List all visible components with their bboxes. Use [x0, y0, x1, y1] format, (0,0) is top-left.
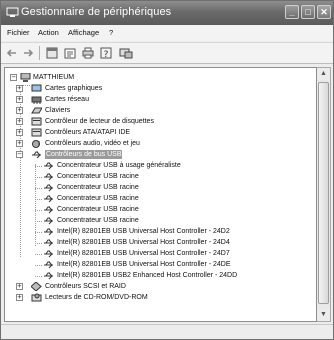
- tree-device-label: Intel(R) 82801EB USB Universal Host Cont…: [57, 239, 230, 246]
- device-tree[interactable]: − MATTHIEUM + Cartes graphiques + Cartes…: [4, 67, 317, 322]
- usb-hub-icon: [44, 195, 53, 203]
- tree-category-label: Lecteurs de CD-ROM/DVD-ROM: [45, 294, 148, 301]
- usb-controller-icon: [44, 261, 53, 269]
- scsi-icon: [31, 282, 42, 291]
- usb-controller-icon: [44, 272, 53, 280]
- keyboard-icon: [31, 107, 42, 114]
- tree-line: [35, 166, 42, 167]
- scan-hardware-icon[interactable]: [119, 46, 133, 60]
- tree-line: [35, 188, 42, 189]
- ide-controller-icon: [31, 128, 42, 137]
- tree-device-label: Concentrateur USB racine: [57, 206, 139, 213]
- usb-hub-icon: [44, 217, 53, 225]
- console-icon[interactable]: [45, 46, 59, 60]
- tree-line: [35, 243, 42, 244]
- status-bar: [1, 324, 333, 339]
- svg-text:?: ?: [104, 50, 109, 60]
- usb-icon: [32, 151, 41, 159]
- toolbar-separator: [39, 46, 40, 60]
- menu-fichier[interactable]: Fichier: [7, 28, 30, 37]
- scroll-thumb[interactable]: [318, 82, 329, 304]
- usb-controller-icon: [44, 239, 53, 247]
- expand-toggle[interactable]: +: [16, 85, 23, 92]
- tree-root-label: MATTHIEUM: [33, 74, 75, 81]
- title-bar[interactable]: Gestionnaire de périphériques _ □ ✕: [1, 1, 333, 25]
- toolbar: ?: [1, 42, 333, 64]
- expand-toggle[interactable]: +: [16, 96, 23, 103]
- vertical-scrollbar[interactable]: ▲ ▼: [317, 67, 331, 322]
- menu-affichage[interactable]: Affichage: [68, 28, 99, 37]
- tree-line: [35, 221, 42, 222]
- menu-help[interactable]: ?: [109, 28, 113, 37]
- usb-hub-icon: [44, 173, 53, 181]
- tree-category-label: Contrôleur de lecteur de disquettes: [45, 118, 154, 125]
- device-manager-icon: [6, 7, 19, 17]
- tree-line: [35, 177, 42, 178]
- expand-toggle[interactable]: +: [16, 294, 23, 301]
- tree-category-label-selected: Contrôleurs de bus USB: [45, 150, 123, 159]
- expand-toggle[interactable]: +: [16, 283, 23, 290]
- scroll-down-button[interactable]: ▼: [317, 309, 330, 321]
- device-manager-window: Gestionnaire de périphériques _ □ ✕ Fich…: [0, 0, 334, 340]
- tree-line: [35, 199, 42, 200]
- tree-category-label: Cartes graphiques: [45, 85, 103, 92]
- close-button[interactable]: ✕: [317, 5, 331, 19]
- scroll-up-button[interactable]: ▲: [317, 68, 330, 80]
- tree-line: [35, 232, 42, 233]
- usb-controller-icon: [44, 228, 53, 236]
- usb-hub-icon: [44, 206, 53, 214]
- tree-line: [35, 254, 42, 255]
- tree-device-label: Intel(R) 82801EB USB Universal Host Cont…: [57, 261, 231, 268]
- tree-category-label: Claviers: [45, 107, 71, 114]
- menu-action[interactable]: Action: [38, 28, 59, 37]
- tree-line: [35, 265, 42, 266]
- window-title: Gestionnaire de périphériques: [21, 6, 172, 18]
- tree-device-label: Concentrateur USB racine: [57, 184, 139, 191]
- expand-toggle[interactable]: +: [16, 140, 23, 147]
- help-icon[interactable]: ?: [99, 46, 113, 60]
- tree-device-label: Intel(R) 82801EB USB Universal Host Cont…: [57, 228, 230, 235]
- print-icon[interactable]: [81, 46, 95, 60]
- computer-icon: [20, 73, 31, 82]
- tree-device-label: Intel(R) 82801EB USB Universal Host Cont…: [57, 250, 230, 257]
- properties-icon[interactable]: [63, 46, 77, 60]
- tree-line: [35, 276, 42, 277]
- forward-icon[interactable]: [21, 46, 35, 60]
- tree-device-label: Concentrateur USB racine: [57, 173, 139, 180]
- display-card-icon: [31, 84, 42, 92]
- expand-toggle[interactable]: +: [16, 129, 23, 136]
- usb-controller-icon: [44, 250, 53, 258]
- usb-hub-icon: [44, 184, 53, 192]
- tree-line: [35, 210, 42, 211]
- expand-toggle[interactable]: +: [16, 107, 23, 114]
- tree-category-label: Contrôleurs audio, vidéo et jeu: [45, 140, 140, 147]
- collapse-toggle[interactable]: −: [16, 151, 23, 158]
- tree-device-label: Concentrateur USB racine: [57, 217, 139, 224]
- back-icon[interactable]: [5, 46, 19, 60]
- collapse-toggle[interactable]: −: [10, 74, 17, 81]
- audio-icon: [32, 140, 40, 148]
- floppy-controller-icon: [31, 117, 42, 126]
- expand-toggle[interactable]: +: [16, 118, 23, 125]
- tree-device-label: Concentrateur USB à usage généraliste: [57, 162, 181, 169]
- maximize-button[interactable]: □: [301, 5, 315, 19]
- usb-hub-icon: [44, 162, 53, 170]
- tree-category-label: Contrôleurs SCSI et RAID: [45, 283, 126, 290]
- tree-category-label: Cartes réseau: [45, 96, 89, 103]
- network-card-icon: [31, 96, 42, 104]
- menu-bar: Fichier Action Affichage ?: [1, 25, 333, 41]
- cdrom-icon: [31, 293, 42, 302]
- tree-device-label: Concentrateur USB racine: [57, 195, 139, 202]
- tree-category-label: Contrôleurs ATA/ATAPI IDE: [45, 129, 131, 136]
- tree-device-label: Intel(R) 82801EB USB2 Enhanced Host Cont…: [57, 272, 238, 279]
- minimize-button[interactable]: _: [285, 5, 299, 19]
